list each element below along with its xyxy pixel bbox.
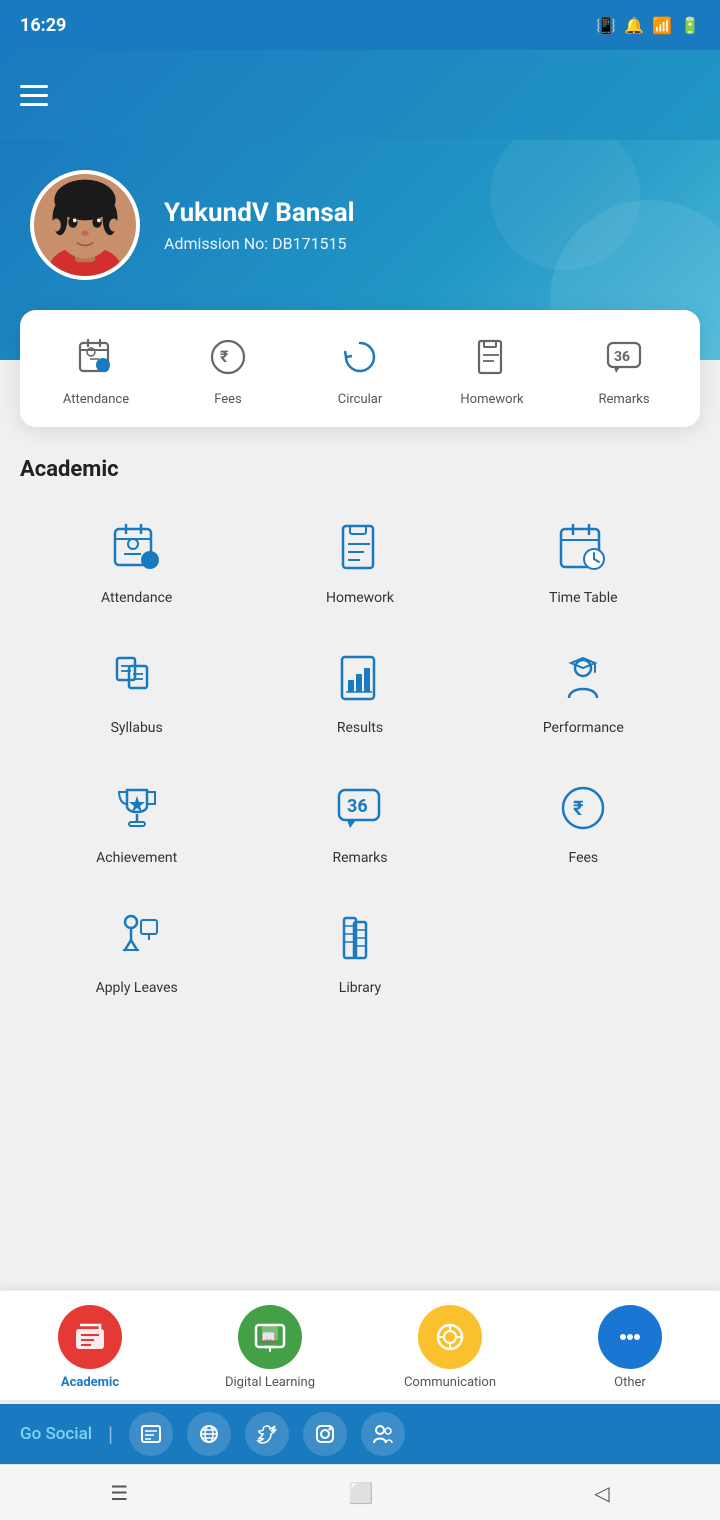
quick-action-remarks[interactable]: 36 Remarks [584,330,664,407]
grid-achievement-label: Achievement [96,850,177,866]
battery-icon: 🔋 [680,16,700,35]
svg-text:₹: ₹ [220,347,229,366]
quick-actions-card: Attendance ₹ Fees Circular [20,310,700,427]
go-social-bar: Go Social | [0,1404,720,1464]
quick-action-homework[interactable]: Homework [452,330,532,407]
nav-item-academic[interactable]: Academic [20,1305,160,1390]
nav-communication-icon [418,1305,482,1369]
grid-item-results[interactable]: Results [253,636,466,746]
grid-attendance-icon [105,516,169,580]
android-home-btn[interactable]: ⬜ [329,1473,394,1513]
academic-section: Academic Attendance [0,427,720,1016]
quick-action-fees-label: Fees [214,392,242,407]
grid-performance-icon [551,646,615,710]
vibrate-icon: 📳 [596,16,616,35]
go-social-divider: | [108,1422,113,1446]
quick-action-circular[interactable]: Circular [320,330,400,407]
grid-homework-label: Homework [326,590,394,606]
nav-other-label: Other [614,1375,646,1390]
nav-item-other[interactable]: Other [560,1305,700,1390]
quick-action-circular-label: Circular [338,392,383,407]
quick-action-fees[interactable]: ₹ Fees [188,330,268,407]
social-web-icon[interactable] [187,1412,231,1456]
quick-action-attendance[interactable]: Attendance [56,330,136,407]
svg-text:36: 36 [347,796,368,817]
grid-fees-icon: ₹ [551,776,615,840]
profile-name: YukundV Bansal [164,198,355,228]
notification-icon: 🔔 [624,16,644,35]
social-icons [129,1412,405,1456]
grid-syllabus-icon [105,646,169,710]
grid-item-performance[interactable]: Performance [477,636,690,746]
grid-attendance-label: Attendance [101,590,172,606]
grid-fees-label: Fees [568,850,598,866]
profile-admission: Admission No: DB171515 [164,234,355,253]
android-navbar: ☰ ⬜ ◁ [0,1464,720,1520]
grid-results-label: Results [337,720,383,736]
social-people-icon[interactable] [361,1412,405,1456]
grid-item-applyleaves[interactable]: Apply Leaves [30,896,243,1006]
grid-remarks-label: Remarks [332,850,387,866]
social-instagram-icon[interactable] [303,1412,347,1456]
social-twitter-icon[interactable] [245,1412,289,1456]
grid-library-label: Library [339,980,381,996]
grid-timetable-label: Time Table [549,590,618,606]
app-header [0,50,720,140]
attendance-quick-icon [69,330,123,384]
status-time: 16:29 [20,15,66,36]
grid-timetable-icon [551,516,615,580]
nav-item-digital[interactable]: 📖 Digital Learning [200,1305,340,1390]
status-bar: 16:29 📳 🔔 📶 🔋 [0,0,720,50]
fees-quick-icon: ₹ [201,330,255,384]
nav-item-communication[interactable]: Communication [380,1305,520,1390]
svg-text:36: 36 [614,349,630,365]
grid-item-attendance[interactable]: Attendance [30,506,243,616]
android-menu-btn[interactable]: ☰ [90,1473,148,1513]
grid-item-library[interactable]: Library [253,896,466,1006]
grid-applyleaves-icon [105,906,169,970]
svg-text:₹: ₹ [573,796,584,820]
circular-quick-icon [333,330,387,384]
grid-achievement-icon [105,776,169,840]
hamburger-menu[interactable] [20,85,48,106]
nav-digital-label: Digital Learning [225,1375,315,1390]
quick-action-homework-label: Homework [460,392,523,407]
grid-applyleaves-label: Apply Leaves [96,980,178,996]
nav-academic-label: Academic [61,1375,119,1390]
android-back-btn[interactable]: ◁ [574,1473,629,1513]
remarks-quick-icon: 36 [597,330,651,384]
grid-item-fees[interactable]: ₹ Fees [477,766,690,876]
grid-item-timetable[interactable]: Time Table [477,506,690,616]
grid-results-icon [328,646,392,710]
grid-item-syllabus[interactable]: Syllabus [30,636,243,746]
grid-remarks-icon: 36 [328,776,392,840]
grid-syllabus-label: Syllabus [111,720,163,736]
social-blog-icon[interactable] [129,1412,173,1456]
bottom-nav: Academic 📖 Digital Learning [0,1290,720,1400]
nav-academic-icon [58,1305,122,1369]
grid-performance-label: Performance [543,720,624,736]
wifi-icon: 📶 [652,16,672,35]
quick-action-remarks-label: Remarks [598,392,649,407]
grid-item-homework[interactable]: Homework [253,506,466,616]
academic-section-title: Academic [20,457,700,482]
nav-digital-icon: 📖 [238,1305,302,1369]
academic-grid: Attendance Homework [20,506,700,1006]
svg-text:📖: 📖 [261,1330,276,1344]
grid-library-icon [328,906,392,970]
avatar [30,170,140,280]
homework-quick-icon [465,330,519,384]
profile-info: YukundV Bansal Admission No: DB171515 [164,198,355,253]
quick-action-attendance-label: Attendance [63,392,129,407]
grid-item-achievement[interactable]: Achievement [30,766,243,876]
grid-item-remarks[interactable]: 36 Remarks [253,766,466,876]
nav-communication-label: Communication [404,1375,496,1390]
go-social-label: Go Social [20,1424,92,1444]
nav-other-icon [598,1305,662,1369]
grid-homework-icon [328,516,392,580]
status-icons: 📳 🔔 📶 🔋 [596,16,700,35]
